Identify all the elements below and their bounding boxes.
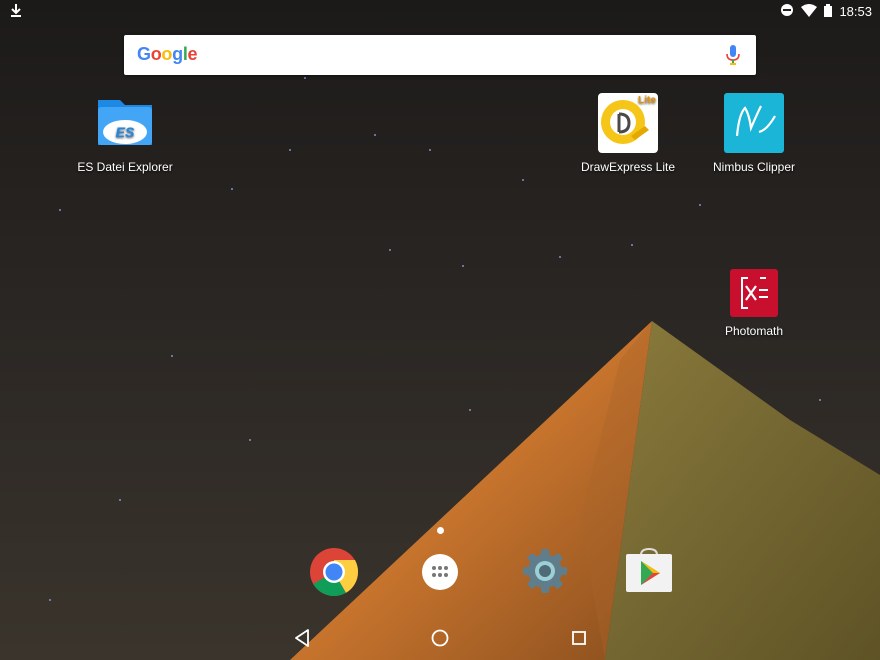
app-label: ES Datei Explorer xyxy=(77,160,173,174)
drawexpress-badge: Lite xyxy=(638,95,656,106)
app-label: Photomath xyxy=(724,324,784,338)
es-file-explorer-icon: ES xyxy=(98,100,152,145)
chrome-icon xyxy=(310,548,359,597)
dock-chrome[interactable] xyxy=(309,547,359,597)
photomath-icon xyxy=(730,269,778,317)
download-icon xyxy=(9,3,23,22)
dock-settings[interactable] xyxy=(520,546,570,596)
google-search-bar[interactable]: Google xyxy=(124,35,756,75)
mic-icon[interactable] xyxy=(726,45,740,70)
app-es-datei-explorer[interactable]: ES ES Datei Explorer xyxy=(65,92,185,174)
app-label: Nimbus Clipper xyxy=(712,160,796,174)
app-label: DrawExpress Lite xyxy=(580,160,676,174)
app-drawer-icon xyxy=(422,554,458,590)
nav-home-button[interactable] xyxy=(428,626,452,650)
dock-app-drawer[interactable] xyxy=(418,550,462,594)
nav-recents-button[interactable] xyxy=(567,626,591,650)
do-not-disturb-icon xyxy=(780,3,794,20)
app-photomath[interactable]: Photomath xyxy=(694,268,814,338)
wifi-icon xyxy=(801,3,818,20)
page-indicator xyxy=(437,527,444,534)
nav-back-button[interactable] xyxy=(291,626,315,650)
play-store-icon xyxy=(626,547,672,592)
app-nimbus-clipper[interactable]: Nimbus Clipper xyxy=(694,92,814,174)
home-icon xyxy=(431,629,449,647)
settings-icon xyxy=(523,549,567,593)
recents-icon xyxy=(572,631,586,645)
dock-play-store[interactable] xyxy=(624,546,674,596)
nimbus-clipper-icon xyxy=(724,93,784,153)
app-drawexpress-lite[interactable]: Lite DrawExpress Lite xyxy=(568,92,688,174)
svg-text:ES: ES xyxy=(116,124,135,140)
back-icon xyxy=(295,629,309,647)
drawexpress-icon: Lite xyxy=(598,93,658,153)
status-bar: 18:53 xyxy=(0,0,880,24)
google-logo: Google xyxy=(137,44,198,64)
clock: 18:53 xyxy=(839,4,872,19)
battery-icon xyxy=(824,3,833,20)
